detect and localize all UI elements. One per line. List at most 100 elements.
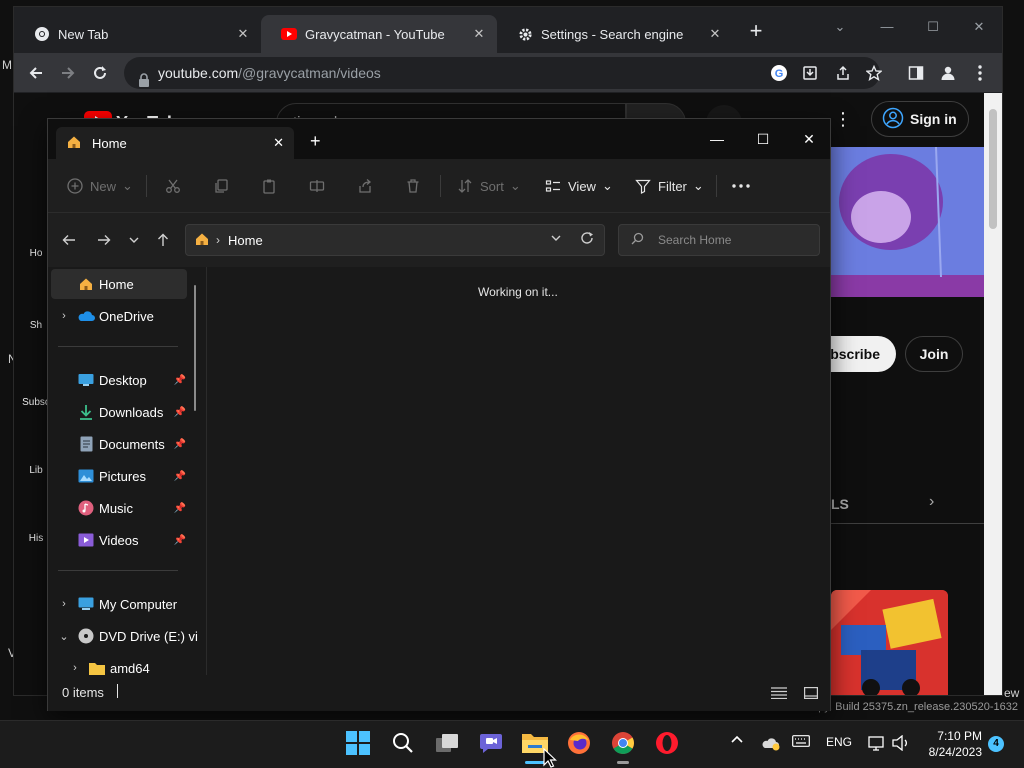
chevron-right-icon[interactable]: › — [62, 662, 88, 674]
maximize-button[interactable]: ☐ — [740, 125, 786, 153]
network-icon[interactable] — [866, 735, 888, 751]
file-list-area[interactable]: Working on it... — [208, 267, 830, 675]
opera-taskbar-button[interactable] — [651, 729, 683, 761]
pin-icon[interactable]: 📌 — [173, 407, 187, 418]
share-button[interactable] — [356, 174, 374, 198]
nav-item-amd64[interactable]: › amd64 — [62, 653, 198, 676]
pin-icon[interactable]: 📌 — [173, 375, 187, 386]
show-hidden-icons-chevron-icon[interactable] — [728, 735, 746, 743]
chrome-menu-icon[interactable] — [966, 59, 994, 87]
details-view-icon[interactable] — [770, 685, 788, 701]
pin-icon[interactable]: 📌 — [173, 471, 187, 482]
pin-icon[interactable]: 📌 — [173, 439, 187, 450]
nav-item-videos[interactable]: Videos 📌 — [51, 525, 187, 555]
address-bar[interactable]: youtube.com/@gravycatman/videos G — [124, 57, 882, 89]
filter-button[interactable]: Filter ⌄ — [634, 174, 704, 198]
page-scrollbar[interactable] — [984, 93, 1002, 695]
side-panel-icon[interactable] — [902, 59, 930, 87]
close-tab-icon[interactable]: ✕ — [235, 26, 251, 42]
system-clock[interactable]: 7:10 PM 8/24/2023 — [918, 728, 982, 760]
touch-keyboard-icon[interactable] — [790, 735, 812, 747]
minimize-button[interactable]: — — [864, 13, 910, 41]
refresh-icon[interactable] — [580, 231, 594, 248]
nav-item-dvd-drive[interactable]: ⌄ DVD Drive (E:) vi — [51, 621, 201, 651]
rename-button[interactable] — [308, 174, 326, 198]
maximize-button[interactable]: ☐ — [910, 13, 956, 41]
back-button[interactable] — [22, 59, 50, 87]
copy-icon — [212, 177, 230, 195]
chevron-right-icon[interactable]: › — [51, 598, 77, 610]
google-lens-icon[interactable]: G — [769, 63, 789, 83]
tiles-view-icon[interactable] — [802, 685, 820, 701]
forward-button[interactable] — [54, 59, 82, 87]
join-button[interactable]: Join — [905, 336, 963, 372]
chrome-tab-youtube[interactable]: Gravycatman - YouTube ✕ — [261, 15, 497, 53]
start-button[interactable] — [342, 729, 374, 761]
paste-button[interactable] — [260, 174, 278, 198]
close-tab-icon[interactable]: ✕ — [273, 135, 284, 151]
chevron-down-icon[interactable] — [550, 232, 562, 247]
chevron-right-icon[interactable]: › — [929, 493, 934, 511]
reload-button[interactable] — [86, 59, 114, 87]
search-home-input[interactable]: Search Home — [618, 224, 820, 256]
nav-item-documents[interactable]: Documents 📌 — [51, 429, 187, 459]
task-view-button[interactable] — [431, 729, 463, 761]
onedrive-status-icon[interactable] — [760, 735, 782, 751]
close-tab-icon[interactable]: ✕ — [471, 26, 487, 42]
chrome-taskbar-button[interactable] — [607, 729, 639, 764]
back-button[interactable] — [58, 229, 80, 251]
notification-badge[interactable]: 4 — [988, 736, 1004, 752]
install-app-icon[interactable] — [800, 63, 820, 83]
more-options-icon[interactable]: ⋮ — [834, 109, 852, 130]
nav-item-my-computer[interactable]: › My Computer — [51, 589, 187, 619]
video-thumbnail[interactable] — [831, 590, 948, 695]
copy-button[interactable] — [212, 174, 230, 198]
pane-splitter[interactable] — [206, 267, 207, 675]
sort-button[interactable]: Sort ⌄ — [456, 174, 521, 198]
scissors-icon — [164, 177, 182, 195]
chrome-tab-new-tab[interactable]: New Tab ✕ — [14, 15, 261, 53]
input-language-indicator[interactable]: ENG — [822, 735, 856, 749]
nav-item-downloads[interactable]: Downloads 📌 — [51, 397, 187, 427]
view-button[interactable]: View ⌄ — [544, 174, 613, 198]
forward-button[interactable] — [93, 229, 115, 251]
channel-tab-partial[interactable]: LS — [831, 496, 849, 512]
profile-icon[interactable] — [934, 59, 962, 87]
share-icon[interactable] — [833, 63, 853, 83]
nav-item-pictures[interactable]: Pictures 📌 — [51, 461, 187, 491]
volume-icon[interactable] — [890, 735, 912, 751]
tab-search-chevron-icon[interactable]: ⌄ — [817, 13, 863, 41]
close-tab-icon[interactable]: ✕ — [707, 26, 723, 42]
nav-item-music[interactable]: Music 📌 — [51, 493, 187, 523]
chrome-tab-settings[interactable]: Settings - Search engine ✕ — [497, 15, 733, 53]
nav-item-onedrive[interactable]: › OneDrive — [51, 301, 187, 331]
new-tab-button[interactable]: + — [310, 131, 321, 152]
bookmark-star-icon[interactable] — [864, 63, 884, 83]
new-tab-button[interactable]: + — [744, 20, 768, 44]
scrollbar-thumb[interactable] — [989, 109, 997, 229]
nav-item-desktop[interactable]: Desktop 📌 — [51, 365, 187, 395]
chevron-right-icon[interactable]: › — [51, 310, 77, 322]
nav-item-home[interactable]: Home — [51, 269, 187, 299]
taskbar-search-button[interactable] — [387, 729, 419, 761]
close-window-button[interactable]: ✕ — [956, 13, 1002, 41]
firefox-taskbar-button[interactable] — [563, 729, 595, 761]
explorer-address-bar[interactable]: › Home — [185, 224, 605, 256]
explorer-tab-home[interactable]: Home ✕ — [56, 127, 294, 159]
recent-locations-chevron-icon[interactable] — [123, 229, 145, 251]
pin-icon[interactable]: 📌 — [173, 503, 187, 514]
new-button[interactable]: New ⌄ — [66, 174, 133, 198]
chevron-down-icon[interactable]: ⌄ — [51, 630, 77, 643]
delete-button[interactable] — [404, 174, 422, 198]
breadcrumb-home[interactable]: Home — [228, 233, 263, 248]
cut-button[interactable] — [164, 174, 182, 198]
up-button[interactable] — [152, 229, 174, 251]
teams-chat-button[interactable] — [475, 729, 507, 761]
nav-scrollbar[interactable] — [194, 285, 196, 411]
see-more-button[interactable] — [732, 174, 750, 198]
minimize-button[interactable]: — — [694, 125, 740, 153]
close-window-button[interactable]: ✕ — [786, 125, 832, 153]
pin-icon[interactable]: 📌 — [173, 535, 187, 546]
chevron-right-icon[interactable]: › — [216, 233, 220, 247]
sign-in-button[interactable]: Sign in — [871, 101, 969, 137]
